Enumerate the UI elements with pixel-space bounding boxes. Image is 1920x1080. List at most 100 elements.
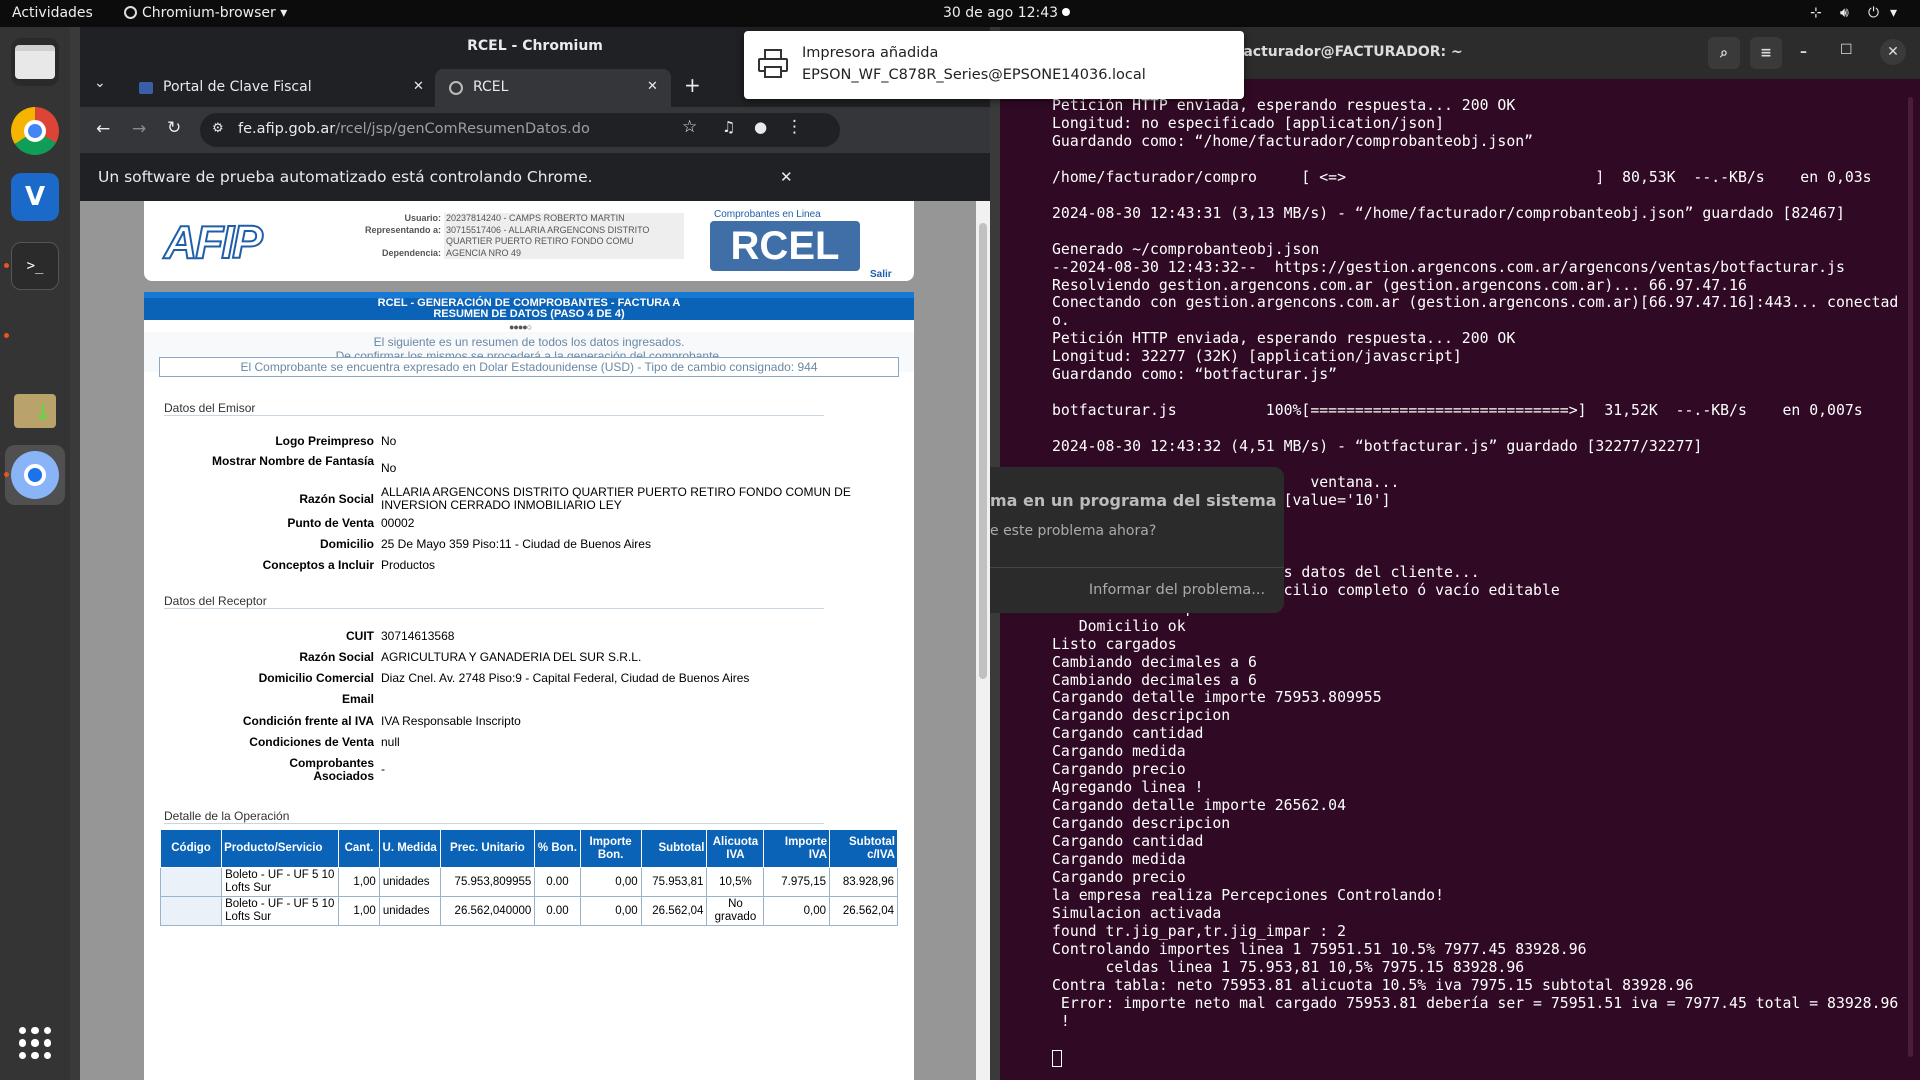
printer-icon [758,49,788,79]
table-cell: unidades [378,896,441,926]
terminal-line: 2024-08-30 12:43:32 (4,51 MB/s) - “botfa… [1052,438,1703,456]
logout-link[interactable]: Salir [870,269,892,280]
column-header: % Bon. [534,829,581,868]
field-label: Condición frente al IVA [242,714,374,728]
show-apps-icon[interactable] [19,1027,51,1059]
scrollbar-thumb[interactable] [979,223,987,679]
banner-subtitle: RESUMEN DE DATOS (PASO 4 DE 4) [433,308,625,320]
tab-label: RCEL [473,79,509,95]
app-menu[interactable]: Chromium-browser ▾ [124,5,287,21]
terminal-line: Cargando medida [1052,851,1186,869]
table-header-row: Código Producto/Servicio Cant. U. Medida… [159,829,898,868]
terminal-line: Cambiando decimales a 6 [1052,653,1257,671]
media-controls-icon[interactable]: ♫ [722,118,735,136]
page-viewport: AFIP Usuario: 20237814240 - CAMPS ROBERTO… [80,201,990,1080]
terminal-line: la empresa realiza Percepciones Controla… [1052,886,1444,904]
chrome-icon[interactable] [11,107,59,155]
terminal-cursor [1052,1050,1062,1067]
more-menu-icon[interactable]: ⋮ [786,117,803,137]
minimize-icon[interactable]: – [1800,44,1807,60]
field-value: Diaz Cnel. Av. 2748 Piso:9 - Capital Fed… [381,671,750,685]
url-text: fe.afip.gob.ar/rcel/jsp/genComResumenDat… [238,121,590,137]
new-tab-plus-icon[interactable]: + [684,73,701,97]
site-info-icon[interactable]: ⚙ [212,121,224,136]
system-menu-chevron-icon[interactable]: ▾ [1890,5,1897,21]
vscode-icon[interactable]: V [11,173,59,221]
column-header: Cant. [338,829,380,868]
table-cell: unidades [378,867,441,897]
close-icon[interactable]: ✕ [780,153,793,201]
maximize-icon[interactable]: ☐ [1840,42,1853,58]
terminal-icon[interactable]: >_ [11,242,59,290]
close-icon[interactable]: ✕ [647,69,658,105]
afip-header: AFIP Usuario: 20237814240 - CAMPS ROBERTO… [144,201,914,281]
power-icon[interactable]: ⏻ [1868,5,1879,21]
activities-button[interactable]: Actividades [12,5,93,21]
favicon-icon [139,82,153,94]
column-header: Importe Bon. [579,829,642,868]
terminal-line: Cargando precio [1052,868,1186,886]
table-cell: Boleto - UF - UF 5 10 Lofts Sur [221,896,340,926]
reload-icon[interactable]: ↻ [167,118,181,138]
back-arrow-icon[interactable]: ← [96,119,110,139]
address-bar[interactable]: ⚙ fe.afip.gob.ar/rcel/jsp/genComResumenD… [200,113,840,147]
column-header: Producto/Servicio [221,829,340,868]
chromium-icon[interactable] [5,445,65,505]
terminal-line: /home/facturador/compro [ <=> ] 80,53K -… [1052,168,1872,186]
terminal-line: Cambiando decimales a 6 [1052,671,1257,689]
files-icon[interactable] [11,38,59,86]
terminal-line: 2024-08-30 12:43:31 (3,13 MB/s) - “/home… [1052,204,1845,222]
terminal-line: Guardando como: “/home/facturador/compro… [1052,132,1534,150]
table-cell: 75.953,809955 [439,867,536,897]
hamburger-menu-icon[interactable]: ≡ [1750,37,1782,69]
dialog-title: ma en un programa del sistema [990,491,1277,510]
terminal-scrollbar[interactable] [1908,97,1913,1057]
table-cell: 0.00 [534,867,581,897]
clock[interactable]: 30 de ago 12:43 [943,5,1058,21]
running-indicator [4,333,9,338]
field-value: 00002 [381,516,415,530]
report-problem-button[interactable]: Informar del problema... [990,568,1284,613]
tab-rcel[interactable]: RCEL ✕ [435,69,671,107]
running-indicator [4,263,9,268]
table-cell: 0,00 [763,896,831,926]
tab-portal-clave-fiscal[interactable]: Portal de Clave Fiscal ✕ [125,69,435,107]
dep-value: AGENCIA NRO 49 [444,247,684,259]
printer-notification[interactable]: Impresora añadida EPSON_WF_C878R_Series@… [744,31,1244,99]
close-icon[interactable]: ✕ [413,69,424,105]
system-error-dialog: ma en un programa del sistema e este pro… [990,467,1284,613]
automation-infobar: Un software de prueba automatizado está … [80,153,990,201]
network-icon[interactable]: ⊹ [1810,5,1822,21]
terminal-line: ! [1052,1012,1070,1030]
downloads-icon[interactable]: ↓ [11,387,59,435]
tab-search-chevron-icon[interactable]: ⌄ [94,75,106,91]
forward-arrow-icon[interactable]: → [132,119,146,139]
page-scrollbar[interactable] [976,201,990,1080]
close-icon[interactable]: ✕ [1880,39,1906,65]
terminal-line: Cargando descripcion [1052,815,1231,833]
field-label: Razón Social [299,650,374,664]
terminal-line: Cargando detalle importe 26562.04 [1052,797,1346,815]
search-icon[interactable]: ⌕ [1708,37,1740,69]
divider [164,823,824,824]
globe-icon [449,81,463,95]
terminal-line: Cargando cantidad [1052,725,1204,743]
column-header: Subtotal c/IVA [829,829,898,868]
table-cell: Boleto - UF - UF 5 10 Lofts Sur [221,867,340,897]
running-indicator [4,472,9,477]
volume-icon[interactable]: 🔊︎ [1840,5,1849,21]
profile-icon[interactable]: ● [754,118,767,136]
column-header: U. Medida [378,829,441,868]
table-row: Boleto - UF - UF 5 10 Lofts Sur 1,00 uni… [159,896,898,926]
column-header: Código [159,829,223,868]
terminal-line: celdas linea 1 75.953,81 10,5% 7975.15 8… [1052,958,1525,976]
rep-label: Representando a: [364,224,441,235]
field-value: Productos [381,558,436,572]
table-cell [159,867,223,897]
bookmark-star-icon[interactable]: ☆ [682,117,697,137]
browser-toolbar: ← → ↻ ⚙ fe.afip.gob.ar/rcel/jsp/genComRe… [80,107,990,153]
table-cell: 1,00 [338,867,380,897]
